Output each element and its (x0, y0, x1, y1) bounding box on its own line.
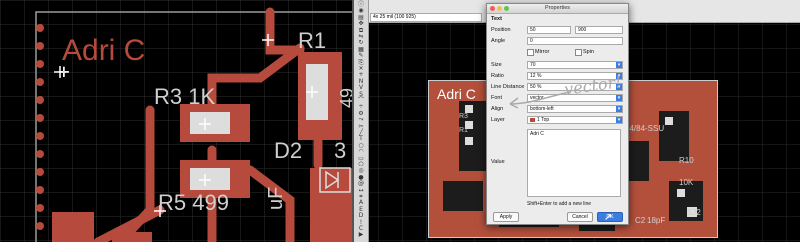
spin-label: Spin (583, 49, 595, 55)
chip-label: 44/84-SSU (625, 124, 665, 133)
size-combo[interactable]: 70 ▾ (527, 61, 623, 69)
r3-label: R3 1K (154, 84, 216, 109)
mirror-label: Mirror (535, 49, 550, 55)
r1-label: R1 (298, 28, 327, 53)
value-row: Value Adri C (491, 129, 625, 199)
align-dropdown-icon[interactable]: ▾ (616, 106, 622, 112)
board-title-text[interactable]: Adri C (62, 36, 145, 66)
go-icon[interactable]: ▶ (355, 232, 367, 238)
layer-color-swatch (530, 118, 535, 122)
left-board-canvas[interactable]: Adri C R1 R3 1K D2 3 R5 499 uF 49 ✛ (0, 0, 352, 242)
size-dropdown-icon[interactable]: ▾ (616, 62, 622, 68)
apply-button[interactable]: Apply (493, 212, 519, 222)
layer-dropdown-icon[interactable]: ▾ (616, 117, 622, 123)
layer-value: 1 Top (537, 117, 550, 123)
mirror-spin-row: Mirror Spin (491, 48, 625, 56)
dialog-titlebar: Properties (487, 4, 628, 14)
r1-value-label: 49 (337, 87, 352, 108)
annotation-arrow-icon (509, 91, 571, 109)
mouse-pointer-icon: ➚ (604, 212, 613, 223)
position-y-field[interactable]: 900 (575, 26, 623, 34)
value-label: Value (491, 159, 505, 165)
cap-value-label: 18pF (647, 216, 666, 225)
font-dropdown-icon[interactable]: ▾ (616, 95, 622, 101)
ratio-label: Ratio (491, 73, 504, 79)
angle-row: Angle 0 (491, 37, 625, 45)
section-heading: Text (491, 16, 502, 22)
properties-dialog: Properties Text Position 50 900 Angle 0 … (486, 3, 629, 225)
grid-coordinate-field[interactable]: 4x 25 mil (100 925) (370, 13, 482, 22)
size-value: 70 (530, 62, 536, 68)
r10-value-label: 10K (679, 178, 694, 187)
editor-toolbar: ⓘ ◉ ▤ ✥ ⧉ ⇋ ↻ ▦ ✎ ⎘ ✕ + N V S ⌒ ÷ ⚙ ⤳ ✂ ╱ T ○ ◠ ▭ ⬠ ◎ ● @ ↔ ⌗ A E D! C ▶ (354, 0, 369, 242)
mirror-checkbox[interactable] (527, 49, 534, 56)
right-r3-label: R3 (459, 113, 468, 120)
size-label: Size (491, 62, 502, 68)
right-r1-label: R1 (459, 127, 468, 134)
uf-label: uF (265, 186, 287, 210)
spin-checkbox[interactable] (575, 49, 582, 56)
r5-label: R5 499 (158, 190, 229, 215)
cursor-crosshair-icon: ✛ (58, 64, 70, 80)
value-textarea[interactable]: Adri C (527, 129, 621, 197)
angle-field[interactable]: 0 (527, 37, 623, 45)
new-line-hint: Shift+Enter to add a new line (527, 201, 592, 207)
right-board-title: Adri C (437, 86, 476, 102)
layer-row: Layer 1 Top ▾ (491, 116, 625, 124)
position-x-field[interactable]: 50 (527, 26, 571, 34)
position-row: Position 50 900 (491, 26, 625, 34)
size-row: Size 70 ▾ (491, 61, 625, 69)
sj2-label: SJ2 (687, 208, 701, 217)
d2-label: D2 (274, 138, 303, 163)
dialog-title: Properties (544, 5, 571, 11)
c2-label: C2 (635, 216, 646, 225)
angle-label: Angle (491, 38, 506, 44)
layer-label: Layer (491, 117, 505, 123)
position-label: Position (491, 27, 511, 33)
cancel-button[interactable]: Cancel (567, 212, 593, 222)
d2-suffix-label: 3 (334, 138, 347, 163)
layer-select[interactable]: 1 Top ▾ (527, 116, 623, 124)
r10-label: R10 (679, 156, 694, 165)
ratio-value: 12 % (530, 73, 542, 79)
